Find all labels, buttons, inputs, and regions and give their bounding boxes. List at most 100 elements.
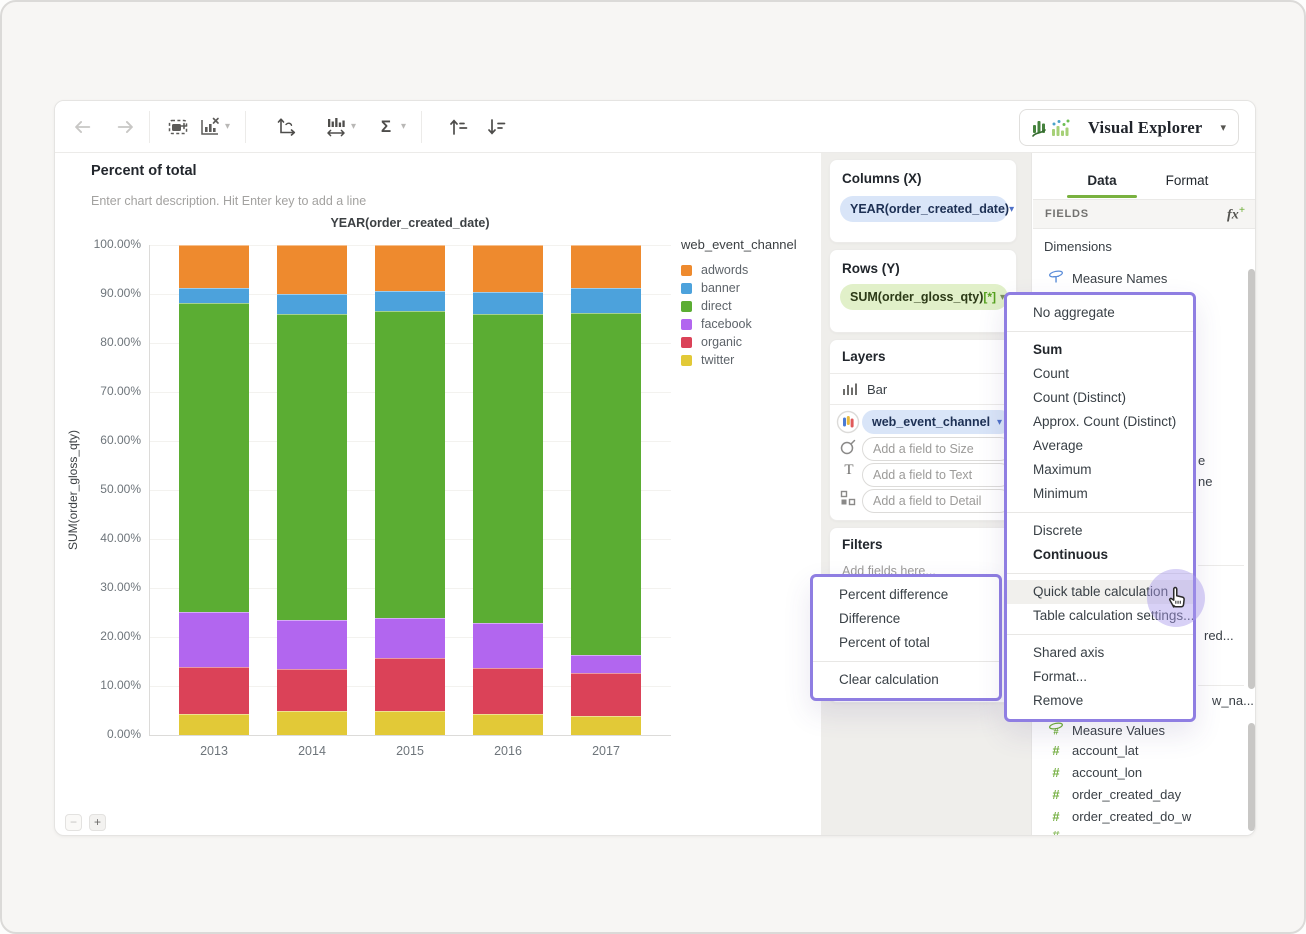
swap-axes-button[interactable] <box>273 114 299 140</box>
bar-segment-facebook[interactable] <box>179 612 249 667</box>
text-field-slot[interactable]: Add a field to Text <box>862 463 1012 487</box>
legend-item-organic[interactable]: organic <box>681 335 742 349</box>
menu-item[interactable]: Percent of total <box>813 631 999 655</box>
bar-segment-banner[interactable] <box>375 291 445 312</box>
bar-segment-twitter[interactable] <box>571 715 641 735</box>
field-item[interactable]: # order_created_day <box>1048 787 1181 802</box>
bar-segment-banner[interactable] <box>571 288 641 313</box>
bar-segment-adwords[interactable] <box>277 245 347 294</box>
size-field-slot[interactable]: Add a field to Size <box>862 437 1012 461</box>
y-tick-label: 20.00% <box>100 629 141 643</box>
bar-segment-banner[interactable] <box>473 291 543 314</box>
bar-segment-adwords[interactable] <box>179 245 249 289</box>
bar-segment-adwords[interactable] <box>375 245 445 292</box>
layer-mark-row[interactable]: Bar <box>842 381 887 397</box>
bar-segment-organic[interactable] <box>375 657 445 711</box>
bar-segment-facebook[interactable] <box>277 619 347 670</box>
field-item[interactable]: T Measure Names <box>1048 269 1167 288</box>
menu-item[interactable]: Discrete <box>1007 519 1193 543</box>
menu-item[interactable]: No aggregate <box>1007 301 1193 325</box>
bar-segment-banner[interactable] <box>179 288 249 303</box>
pill-caret-icon[interactable]: ▾ <box>997 417 1002 428</box>
legend-item-banner[interactable]: banner <box>681 281 740 295</box>
bar-segment-banner[interactable] <box>277 293 347 315</box>
bar-width-caret-icon[interactable]: ▾ <box>351 121 356 132</box>
visual-explorer-selector[interactable]: Visual Explorer ▾ <box>1019 109 1239 146</box>
field-item[interactable]: # order_created_do_w <box>1048 809 1191 824</box>
bar-segment-direct[interactable] <box>277 314 347 620</box>
menu-item[interactable]: Table calculation settings... <box>1007 604 1193 628</box>
bar-segment-direct[interactable] <box>473 313 543 623</box>
tab-format[interactable]: Format <box>1147 161 1227 199</box>
menu-item[interactable]: Clear calculation <box>813 668 999 692</box>
field-item[interactable]: # account_lat <box>1048 743 1138 758</box>
sort-descending-button[interactable] <box>483 114 509 140</box>
number-icon: # <box>1052 787 1060 802</box>
bar-segment-twitter[interactable] <box>277 711 347 735</box>
menu-item[interactable]: Quick table calculation <box>1007 580 1193 604</box>
pill-caret-icon[interactable]: ▾ <box>1009 204 1014 215</box>
menu-item[interactable]: Difference <box>813 607 999 631</box>
filters-title: Filters <box>842 537 883 552</box>
menu-item[interactable]: Format... <box>1007 665 1193 689</box>
aggregate-button[interactable]: Σ <box>373 114 399 140</box>
menu-item[interactable]: Minimum <box>1007 482 1193 506</box>
legend-item-facebook[interactable]: facebook <box>681 317 752 331</box>
bar-segment-organic[interactable] <box>277 669 347 712</box>
bar-segment-direct[interactable] <box>571 312 641 655</box>
chart-title[interactable]: Percent of total <box>91 163 197 179</box>
menu-item[interactable]: Maximum <box>1007 458 1193 482</box>
menu-item[interactable]: Percent difference <box>813 583 999 607</box>
remove-viz-button[interactable] <box>197 114 223 140</box>
arrow-right-icon <box>117 121 133 133</box>
bar-segment-twitter[interactable] <box>473 714 543 735</box>
menu-item[interactable]: Count <box>1007 362 1193 386</box>
menu-item[interactable]: Continuous <box>1007 543 1193 567</box>
explorer-caret-icon: ▾ <box>1220 122 1226 134</box>
undo-button[interactable] <box>69 114 95 140</box>
detail-field-slot[interactable]: Add a field to Detail <box>862 489 1012 513</box>
chart-description-placeholder[interactable]: Enter chart description. Hit Enter key t… <box>91 194 366 208</box>
columns-field-pill[interactable]: YEAR(order_created_date) ▾ <box>840 196 1014 222</box>
bar-segment-adwords[interactable] <box>571 245 641 289</box>
bar-segment-organic[interactable] <box>179 666 249 714</box>
field-label: account_lon <box>1072 765 1143 780</box>
legend-item-twitter[interactable]: twitter <box>681 353 734 367</box>
field-item[interactable]: # account_lon <box>1048 765 1142 780</box>
bar-segment-organic[interactable] <box>473 667 543 715</box>
bar-segment-direct[interactable] <box>179 302 249 612</box>
bar-segment-facebook[interactable] <box>375 618 445 658</box>
bar-segment-organic[interactable] <box>571 672 641 716</box>
menu-item[interactable]: Count (Distinct) <box>1007 386 1193 410</box>
field-label: Measure Values <box>1072 723 1165 738</box>
sort-ascending-button[interactable] <box>445 114 471 140</box>
bar-segment-facebook[interactable] <box>473 622 543 668</box>
duplicate-viz-button[interactable] <box>165 114 191 140</box>
tab-data[interactable]: Data <box>1062 161 1142 199</box>
menu-item[interactable]: Average <box>1007 434 1193 458</box>
legend-item-direct[interactable]: direct <box>681 299 732 313</box>
color-field-pill[interactable]: web_event_channel ▾ <box>862 410 1012 434</box>
zoom-in-button[interactable]: + <box>89 814 106 831</box>
y-tick-label: 100.00% <box>93 237 141 251</box>
bar-segment-adwords[interactable] <box>473 245 543 292</box>
scrollbar-thumb[interactable] <box>1248 269 1255 689</box>
field-item[interactable]: # Measure Values <box>1048 721 1165 740</box>
remove-viz-caret-icon[interactable]: ▾ <box>225 121 230 132</box>
add-calculation-button[interactable]: fx+ <box>1227 204 1245 224</box>
redo-button[interactable] <box>113 114 139 140</box>
scrollbar-thumb[interactable] <box>1248 723 1255 831</box>
bar-width-button[interactable] <box>323 114 349 140</box>
bar-segment-twitter[interactable] <box>375 710 445 735</box>
menu-item[interactable]: Sum <box>1007 338 1193 362</box>
rows-field-pill[interactable]: SUM(order_gloss_qty) [*] ▾ <box>840 284 1008 310</box>
menu-item[interactable]: Shared axis <box>1007 641 1193 665</box>
zoom-out-button[interactable]: − <box>65 814 82 831</box>
aggregate-caret-icon[interactable]: ▾ <box>401 121 406 132</box>
menu-item[interactable]: Approx. Count (Distinct) <box>1007 410 1193 434</box>
bar-segment-facebook[interactable] <box>571 654 641 673</box>
menu-item[interactable]: Remove <box>1007 689 1193 713</box>
bar-segment-direct[interactable] <box>375 311 445 619</box>
legend-item-adwords[interactable]: adwords <box>681 263 748 277</box>
bar-segment-twitter[interactable] <box>179 713 249 735</box>
